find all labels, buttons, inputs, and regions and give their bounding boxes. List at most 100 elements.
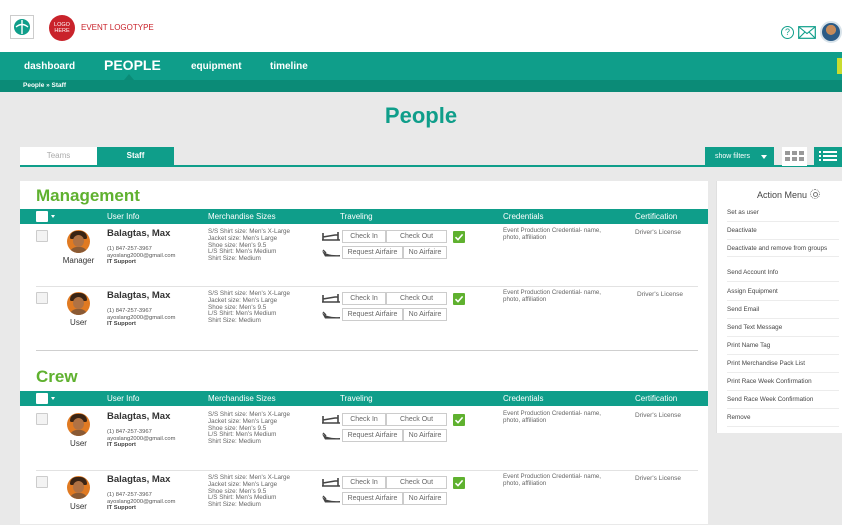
tab-teams[interactable]: Teams (20, 147, 97, 165)
user-contact: (1) 847-257-3967 ayoslang2000@gmail.com IT… (107, 429, 175, 449)
check-in-button[interactable]: Check In (342, 292, 386, 305)
user-dept: IT Support (107, 321, 136, 327)
user-dept: IT Support (107, 259, 136, 265)
table-row: User Balagtas, Max (1) 847-257-3967 ayoslan… (20, 288, 708, 344)
user-name[interactable]: Balagtas, Max (107, 474, 170, 485)
check-out-button[interactable]: Check Out (386, 292, 447, 305)
row-divider (36, 470, 698, 471)
plane-landing-icon (321, 432, 341, 440)
action-item[interactable]: Print Name Tag (727, 342, 839, 355)
user-name[interactable]: Balagtas, Max (107, 228, 170, 239)
page-title: People (384, 103, 458, 128)
avatar (67, 292, 90, 315)
action-item[interactable]: Send Text Message (727, 324, 839, 337)
action-item[interactable]: Remove (727, 414, 839, 427)
action-item[interactable]: Assign Equipment (727, 288, 839, 301)
app-logo-icon[interactable] (10, 15, 34, 39)
avatar-face (73, 297, 84, 309)
chevron-down-icon[interactable] (51, 397, 55, 400)
user-role: Manager (62, 256, 95, 265)
merch-line: Shirt Size: Medium (208, 501, 261, 509)
row-checkbox[interactable] (36, 413, 48, 425)
column-header-certification: Certification (635, 394, 678, 403)
column-header-traveling: Traveling (340, 394, 373, 403)
check-out-button[interactable]: Check Out (386, 413, 447, 426)
action-item[interactable]: Print Merchandise Pack List (727, 360, 839, 373)
request-airfaire-button[interactable]: Request Airfaire (342, 246, 403, 259)
check-in-button[interactable]: Check In (342, 413, 386, 426)
user-avatar[interactable] (820, 21, 842, 43)
plane-takeoff-icon (321, 414, 341, 425)
nav-people[interactable]: PEOPLE (104, 57, 161, 73)
check-icon[interactable] (453, 414, 465, 426)
merchandise-sizes: S/S Shirt size: Men's X-Large Jacket size… (208, 474, 290, 509)
table-header: User Info Merchandise Sizes Traveling Crede… (20, 391, 708, 406)
grid-view-icon[interactable] (782, 147, 807, 166)
table-header: User Info Merchandise Sizes Traveling Crede… (20, 209, 708, 224)
avatar (67, 476, 90, 499)
breadcrumb[interactable]: People » Staff (0, 80, 842, 92)
row-checkbox[interactable] (36, 476, 48, 488)
avatar-shirt (69, 430, 88, 436)
plane-landing-icon (321, 495, 341, 503)
tab-staff[interactable]: Staff (97, 147, 174, 165)
top-bar: LOGO HERE EVENT LOGOTYPE ? (0, 0, 842, 52)
help-icon[interactable]: ? (781, 25, 794, 39)
no-airfaire-button[interactable]: No Airfaire (403, 492, 447, 505)
nav-equipment[interactable]: equipment (191, 61, 242, 72)
select-all-checkbox[interactable] (36, 211, 48, 222)
request-airfaire-button[interactable]: Request Airfaire (342, 308, 403, 321)
request-airfaire-button[interactable]: Request Airfaire (342, 429, 403, 442)
action-item[interactable]: Deactivate and remove from groups (727, 245, 839, 257)
check-in-button[interactable]: Check In (342, 476, 386, 489)
check-out-button[interactable]: Check Out (386, 476, 447, 489)
check-icon[interactable] (453, 477, 465, 489)
user-role: User (70, 439, 87, 448)
user-role: User (70, 502, 87, 511)
check-icon[interactable] (453, 293, 465, 305)
gear-icon[interactable] (810, 189, 820, 199)
plane-takeoff-icon (321, 231, 341, 242)
top-icons: ? (781, 21, 842, 43)
event-logotype: EVENT LOGOTYPE (81, 23, 154, 32)
table-row: Manager Balagtas, Max (1) 847-257-3967 ayos… (20, 226, 708, 282)
action-item[interactable]: Send Race Week Confirmation (727, 396, 839, 409)
action-menu-title: Action Menu (757, 190, 808, 200)
column-header-user-info: User Info (107, 394, 140, 403)
table-row: User Balagtas, Max (1) 847-257-3967 ayoslan… (20, 472, 708, 525)
action-item[interactable]: Send Account Info (727, 269, 839, 282)
check-out-button[interactable]: Check Out (386, 230, 447, 243)
merchandise-sizes: S/S Shirt size: Men's X-Large Jacket size… (208, 228, 290, 263)
nav-dashboard[interactable]: dashboard (24, 61, 75, 72)
no-airfaire-button[interactable]: No Airfaire (403, 308, 447, 321)
mail-icon[interactable] (798, 25, 816, 39)
show-filters-button[interactable]: show filters (705, 147, 774, 166)
row-checkbox[interactable] (36, 292, 48, 304)
check-icon[interactable] (453, 231, 465, 243)
no-airfaire-button[interactable]: No Airfaire (403, 246, 447, 259)
action-menu: Action Menu Set as user Deactivate Deactiv… (716, 181, 842, 433)
row-checkbox[interactable] (36, 230, 48, 242)
user-name[interactable]: Balagtas, Max (107, 411, 170, 422)
credentials-text: Event Production Credential- name, photo… (503, 289, 602, 303)
no-airfaire-button[interactable]: No Airfaire (403, 429, 447, 442)
list-view-icon[interactable] (814, 147, 842, 166)
merchandise-sizes: S/S Shirt size: Men's X-Large Jacket size… (208, 290, 290, 325)
select-all-checkbox[interactable] (36, 393, 48, 404)
nav-timeline[interactable]: timeline (270, 61, 308, 72)
user-role: User (70, 318, 87, 327)
action-item[interactable]: Set as user (727, 209, 839, 222)
check-in-button[interactable]: Check In (342, 230, 386, 243)
chevron-down-icon[interactable] (51, 215, 55, 218)
merch-line: Shirt Size: Medium (208, 438, 261, 446)
request-airfaire-button[interactable]: Request Airfaire (342, 492, 403, 505)
section-title: Crew (36, 367, 78, 386)
action-item[interactable]: Print Race Week Confirmation (727, 378, 839, 391)
action-item[interactable]: Deactivate (727, 227, 839, 240)
plane-takeoff-icon (321, 477, 341, 488)
certification-text: Driver's License (635, 412, 682, 419)
avatar (67, 413, 90, 436)
merch-line: Shirt Size: Medium (208, 255, 261, 263)
user-name[interactable]: Balagtas, Max (107, 290, 170, 301)
action-item[interactable]: Send Email (727, 306, 839, 319)
